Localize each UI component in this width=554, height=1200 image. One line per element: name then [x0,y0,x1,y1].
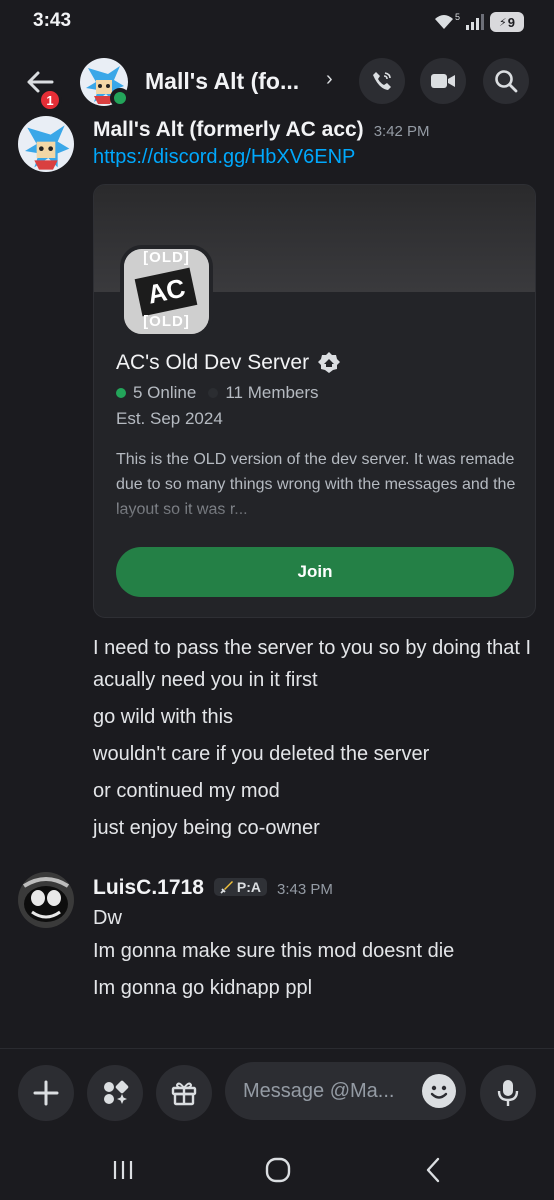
system-nav-bar [0,1140,554,1200]
message-text: wouldn't care if you deleted the server [93,743,430,765]
server-invite-embed: [OLD] AC [OLD] AC's Old Dev Server 5 Onl… [93,184,536,618]
voice-message-button[interactable] [480,1065,536,1121]
dm-title[interactable]: Mall's Alt (fo... [145,68,299,95]
author-name[interactable]: Mall's Alt (formerly AC acc) [93,118,364,142]
notification-badge: 1 [38,88,62,112]
member-count: 11 Members [225,383,319,402]
video-camera-icon [431,74,455,88]
recent-apps-icon [113,1161,133,1179]
apps-icon [104,1080,129,1104]
avatar-image [18,116,74,172]
online-status-dot [110,88,130,108]
join-button[interactable]: Join [116,547,514,597]
title-chevron-icon[interactable]: › [326,68,333,91]
server-icon: [OLD] AC [OLD] [120,245,213,338]
avatar-image [18,872,74,928]
charging-icon: ⚡ [499,16,507,29]
emoji-icon [430,1085,448,1099]
message-text: Dw [93,907,122,929]
server-icon-bottom-text: [OLD] [143,313,190,330]
microphone-icon [497,1080,519,1106]
online-count: 5 Online [133,383,197,402]
message-text: I need to pass the server to you so by d… [93,637,532,691]
server-description: This is the OLD version of the dev serve… [116,451,516,518]
message-header: Mall's Alt (formerly AC acc) 3:42 PM [93,118,430,142]
server-name: AC's Old Dev Server [116,351,310,374]
apps-button[interactable] [87,1065,143,1121]
server-name-row: AC's Old Dev Server [116,351,341,375]
message-text: Im gonna make sure this mod doesnt die [93,940,455,962]
system-back-button[interactable] [403,1150,463,1190]
home-icon [265,1157,291,1183]
system-back-icon [426,1157,440,1183]
message-input[interactable] [243,1076,415,1106]
user-tag-label: P:A [236,879,262,895]
phone-icon [373,72,391,90]
emoji-button[interactable] [422,1074,456,1108]
battery-level: 9 [507,14,515,30]
video-call-button[interactable] [420,58,466,104]
message-text: go wild with this [93,706,234,728]
home-button[interactable] [248,1150,308,1190]
message-text: or continued my mod [93,780,280,802]
server-established: Est. Sep 2024 [116,409,223,428]
plus-icon [33,1080,59,1106]
message-input-container [225,1062,466,1120]
search-button[interactable] [483,58,529,104]
message-text: just enjoy being co-owner [93,817,320,839]
online-dot [116,388,126,398]
signal-icon [466,14,484,30]
message-timestamp: 3:43 PM [277,881,333,898]
recent-apps-button[interactable] [93,1150,153,1190]
server-counts: 5 Online 11 Members [116,383,319,403]
gift-button[interactable] [156,1065,212,1121]
battery-indicator: ⚡ 9 [490,12,524,32]
status-icons: 5 ⚡ 9 [433,12,524,32]
message-composer [0,1048,554,1140]
status-bar: 3:43 5 ⚡ 9 [0,0,554,46]
voice-call-button[interactable] [359,58,405,104]
wifi-icon [434,15,453,29]
wifi-label: 5 [454,12,460,22]
user-tag: P:A [213,878,268,896]
status-time: 3:43 [33,10,72,31]
sword-icon [220,881,233,894]
community-badge-icon [318,352,341,373]
search-icon [495,70,518,93]
message-header: LuisC.1718 P:A 3:43 PM [93,876,333,900]
members-dot [208,388,219,398]
message-text: Im gonna go kidnapp ppl [93,977,313,999]
add-attachment-button[interactable] [18,1065,74,1121]
author-name[interactable]: LuisC.1718 [93,876,204,900]
server-icon-top-text: [OLD] [143,249,190,266]
author-avatar[interactable] [18,116,74,172]
gift-icon [171,1082,197,1106]
chat-header: 1 Mall's Alt (fo... › [0,46,554,118]
message-timestamp: 3:42 PM [373,123,430,140]
invite-link[interactable]: https://discord.gg/HbXV6ENP [93,146,355,169]
author-avatar[interactable] [18,872,74,928]
